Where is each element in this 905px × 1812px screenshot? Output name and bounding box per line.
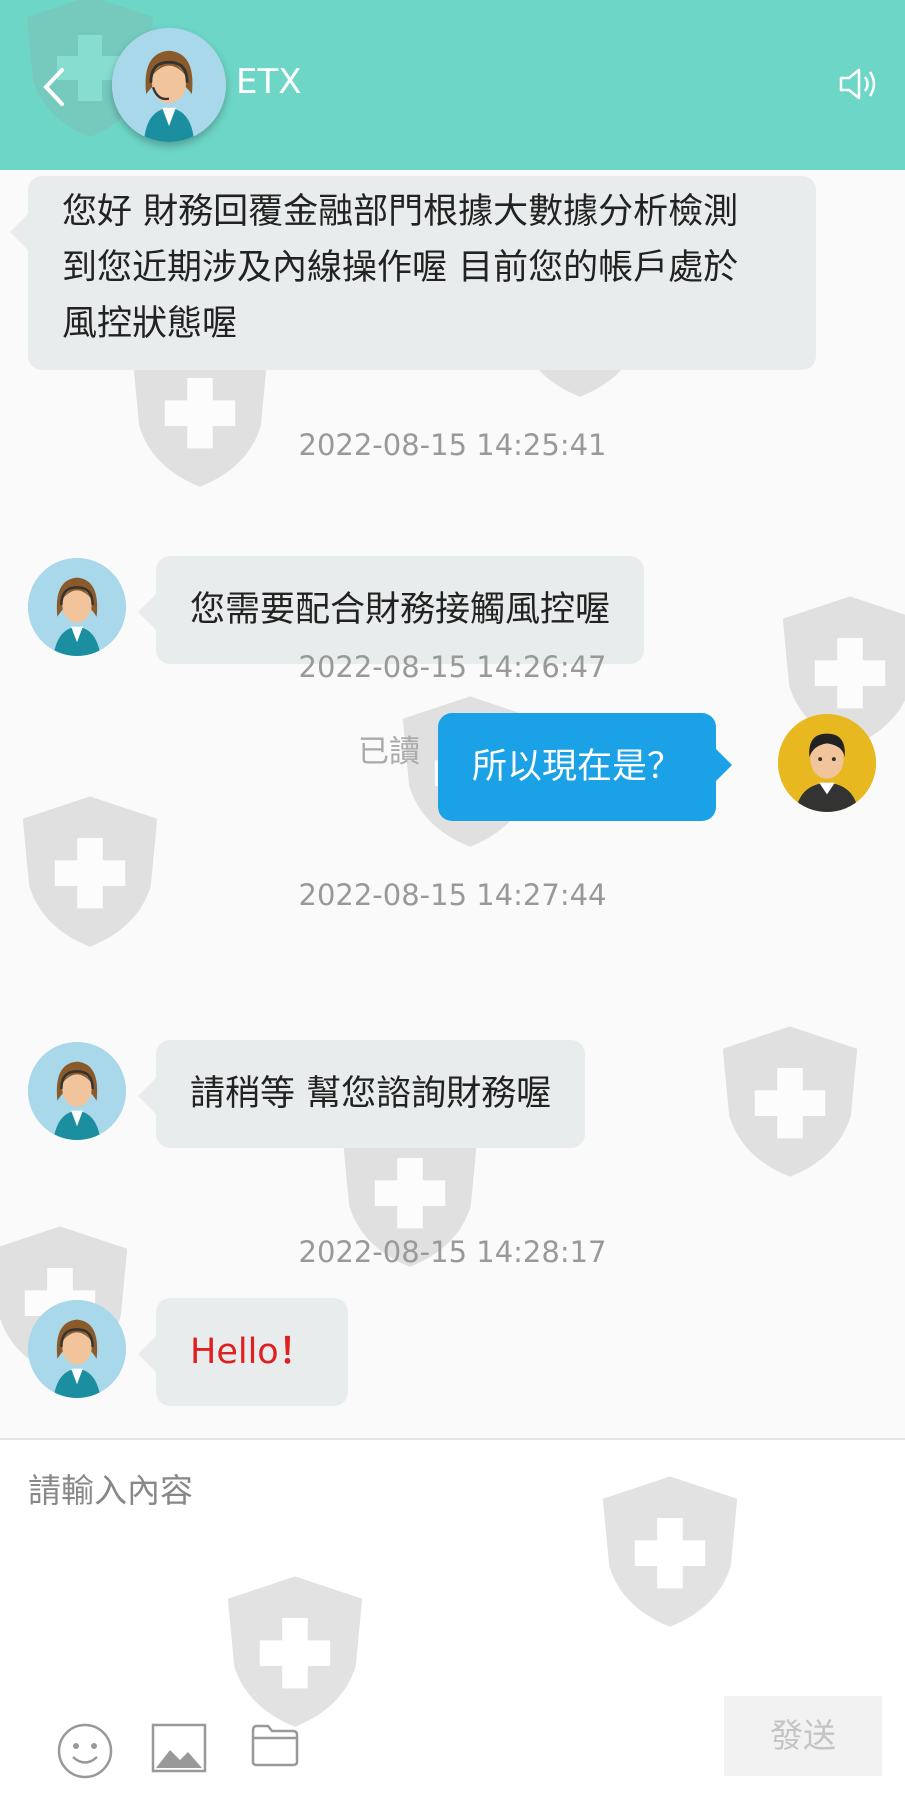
folder-icon[interactable]	[250, 1722, 300, 1768]
agent-avatar[interactable]	[28, 1300, 126, 1398]
chat-history[interactable]: 您好 財務回覆金融部門根據大數據分析檢測到您近期涉及內線操作喔 目前您的帳戶處於…	[0, 170, 905, 1438]
shield-watermark-icon	[22, 796, 158, 947]
incoming-message: 您好 財務回覆金融部門根據大數據分析檢測到您近期涉及內線操作喔 目前您的帳戶處於…	[10, 176, 816, 370]
back-arrow-icon[interactable]	[36, 62, 76, 112]
agent-avatar[interactable]	[28, 1042, 126, 1140]
agent-avatar-icon	[28, 1300, 126, 1398]
message-timestamp: 2022-08-15 14:26:47	[298, 650, 607, 684]
image-icon[interactable]	[150, 1722, 208, 1776]
message-timestamp: 2022-08-15 14:25:41	[298, 428, 607, 462]
shield-watermark-icon	[722, 1026, 858, 1177]
incoming-message: Hello！	[138, 1298, 348, 1406]
exclamation-mark: ！	[278, 1332, 314, 1372]
incoming-message: 您需要配合財務接觸風控喔	[137, 556, 645, 664]
hello-text: Hello	[190, 1332, 279, 1372]
agent-avatar[interactable]	[112, 28, 226, 142]
speaker-icon[interactable]	[835, 62, 879, 106]
message-input[interactable]: 請輸入內容	[28, 1464, 193, 1512]
user-avatar-icon	[778, 714, 876, 812]
agent-avatar-icon	[112, 28, 226, 142]
send-button[interactable]: 發送	[724, 1696, 882, 1776]
read-status: 已讀	[358, 734, 420, 770]
chat-title: ETX	[236, 62, 302, 102]
agent-avatar[interactable]	[28, 558, 126, 656]
shield-watermark-icon	[227, 1576, 363, 1727]
message-timestamp: 2022-08-15 14:28:17	[298, 1235, 607, 1269]
agent-avatar-icon	[28, 558, 126, 656]
message-timestamp: 2022-08-15 14:27:44	[298, 878, 607, 912]
emoji-icon[interactable]	[56, 1722, 114, 1780]
outgoing-message: 所以現在是？	[438, 713, 733, 821]
agent-avatar-icon	[28, 1042, 126, 1140]
incoming-message: 請稍等 幫您諮詢財務喔	[137, 1040, 586, 1148]
user-avatar[interactable]	[778, 714, 876, 812]
shield-watermark-icon	[602, 1476, 738, 1627]
chat-header: ETX	[0, 0, 905, 170]
message-composer: 請輸入內容 發送	[0, 1438, 905, 1812]
